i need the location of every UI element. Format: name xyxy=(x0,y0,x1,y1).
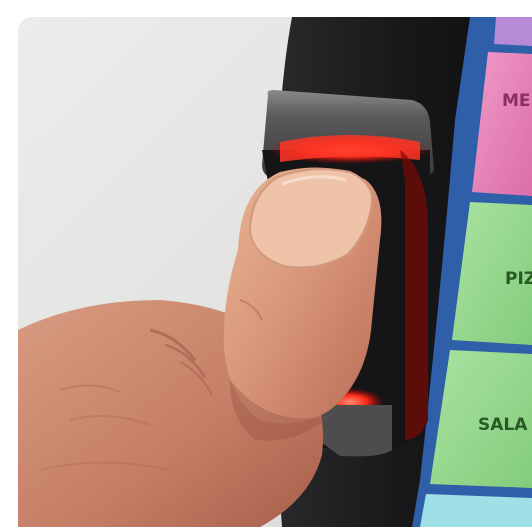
scene-svg: ME PIZ SALA xyxy=(18,17,532,527)
photo-scene: ME PIZ SALA xyxy=(18,17,532,527)
screen-button-label: SALA xyxy=(478,415,528,435)
screen-button-label: PIZ xyxy=(505,269,532,289)
screen-button-label: ME xyxy=(502,91,531,111)
